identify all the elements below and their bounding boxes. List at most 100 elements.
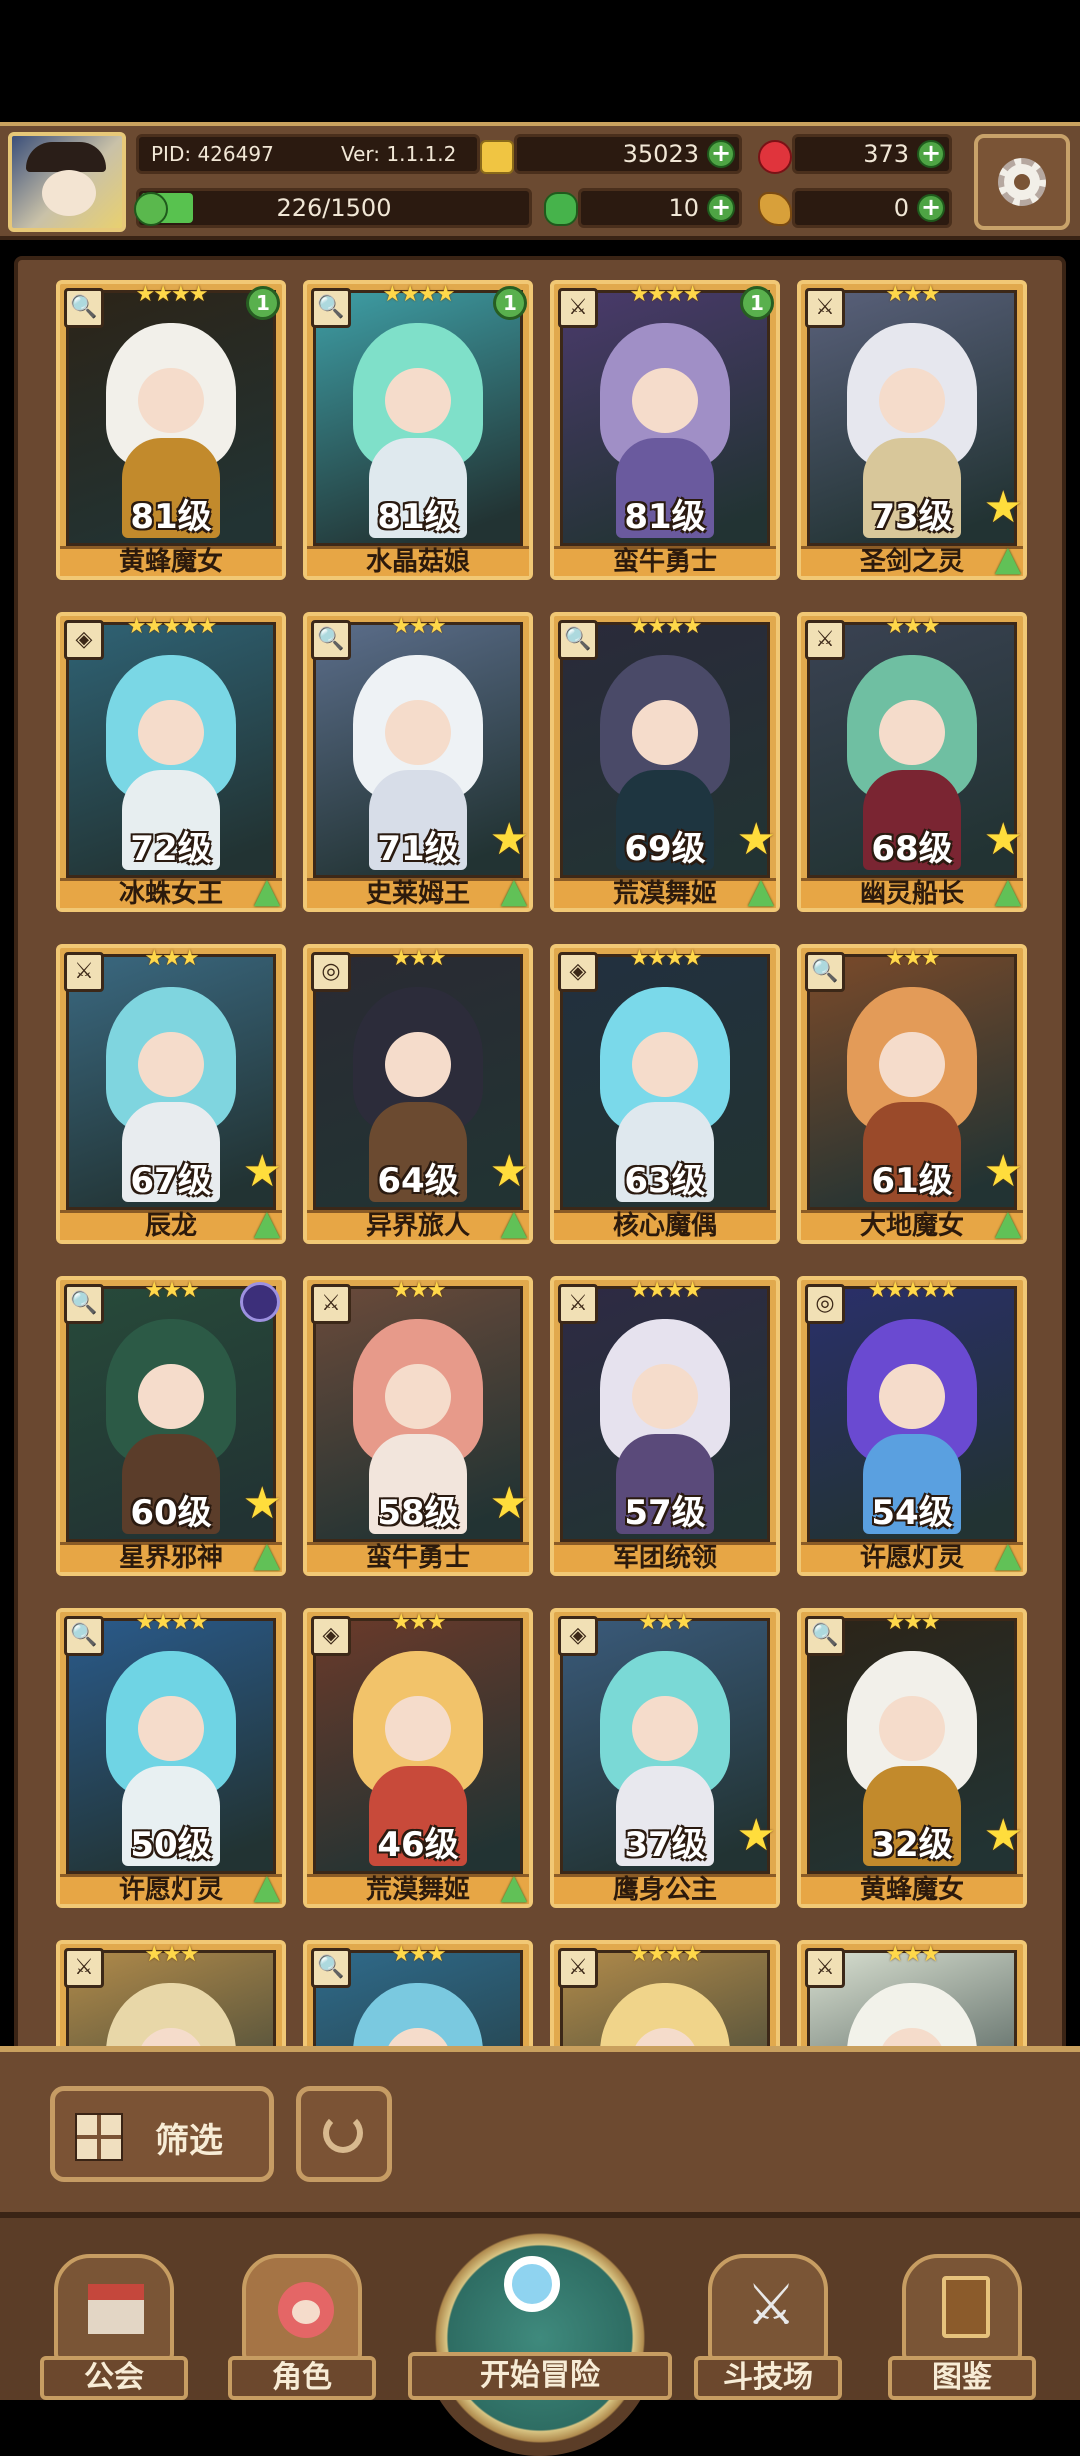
reset-sort-button[interactable] — [296, 2086, 392, 2182]
character-card[interactable]: ⚔ ★★★★ 57级 军团统领 — [550, 1276, 780, 1576]
class-type-icon: ⚔ — [64, 1948, 104, 1988]
character-card[interactable]: 🔍 ★★★★ 1 81级 黄蜂魔女 — [56, 280, 286, 580]
class-type-icon: 🔍 — [311, 620, 351, 660]
add-gems-plus-icon[interactable]: + — [917, 140, 945, 168]
nav-start-adventure[interactable]: 开始冒险 — [408, 2220, 672, 2456]
character-name: 鹰身公主 — [554, 1874, 776, 1904]
star-upgrade-icon: ★ — [489, 1146, 529, 1197]
rarity-stars: ★★★★ — [629, 1942, 703, 1967]
character-card[interactable]: ⚔ ★★★ 67级 辰龙 ★ ▲ — [56, 944, 286, 1244]
portrait-face — [632, 1364, 698, 1429]
character-name: 史莱姆王 — [307, 878, 529, 908]
gold-amount: 35023 — [622, 140, 699, 168]
stamina-bar: 226/1500 — [136, 188, 532, 228]
nav-role[interactable]: 角色 — [228, 2250, 376, 2400]
portrait-face — [138, 1364, 204, 1429]
rune-icon — [240, 1282, 280, 1322]
class-type-icon: ◎ — [805, 1284, 845, 1324]
rarity-stars: ★★★★ — [135, 1610, 209, 1635]
character-card[interactable]: 🔍 ★★★★ 1 81级 水晶菇娘 — [303, 280, 533, 580]
character-card[interactable]: ⚔ ★★★★ 1 81级 蛮牛勇士 — [550, 280, 780, 580]
refresh-icon — [323, 2113, 363, 2153]
star-upgrade-icon: ★ — [736, 814, 776, 865]
star-upgrade-icon: ★ — [242, 1146, 282, 1197]
clover-bar: 10 + — [578, 188, 742, 228]
class-type-icon: ◈ — [311, 1616, 351, 1656]
add-food-plus-icon[interactable]: + — [917, 194, 945, 222]
character-card[interactable]: ◎ ★★★★★ 54级 许愿灯灵 ▲ — [797, 1276, 1027, 1576]
character-card[interactable]: ⚔ ★★★★ — [550, 1940, 780, 2052]
character-card[interactable]: 🔍 ★★★ 61级 大地魔女 ★ ▲ — [797, 944, 1027, 1244]
character-name: 冰蛛女王 — [60, 878, 282, 908]
portrait-face — [138, 700, 204, 765]
portrait-face — [385, 1364, 451, 1429]
portrait-face — [632, 1032, 698, 1097]
portrait-face — [385, 700, 451, 765]
nav-codex[interactable]: 图鉴 — [888, 2250, 1036, 2400]
character-card[interactable]: 🔍 ★★★★ 69级 荒漠舞姬 ★ ▲ — [550, 612, 780, 912]
character-name: 幽灵船长 — [801, 878, 1023, 908]
notification-badge: 1 — [740, 286, 774, 320]
rarity-stars: ★★★ — [391, 1610, 446, 1635]
codex-icon-box — [902, 2254, 1022, 2362]
game-version: Ver: 1.1.1.2 — [341, 142, 457, 166]
rarity-stars: ★★★★ — [629, 1278, 703, 1303]
character-grid[interactable]: 🔍 ★★★★ 1 81级 黄蜂魔女 🔍 ★★★★ 1 81级 水晶菇娘 ⚔ ★★★★ 1 81级 蛮牛勇士 ⚔… — [14, 256, 1066, 2056]
filter-label: 筛选 — [155, 2121, 223, 2161]
character-level: 81级 — [130, 497, 212, 537]
gem-bar: 373 + — [792, 134, 952, 174]
rarity-stars: ★★★ — [144, 1942, 199, 1967]
rarity-stars: ★★★ — [391, 946, 446, 971]
character-level: 72级 — [130, 829, 212, 869]
character-level: 63级 — [624, 1161, 706, 1201]
character-card[interactable]: ◈ ★★★★★ 72级 冰蛛女王 ▲ — [56, 612, 286, 912]
grid-icon — [75, 2113, 123, 2161]
character-card[interactable]: 🔍 ★★★ — [303, 1940, 533, 2052]
character-card[interactable]: ◈ ★★★★ 63级 核心魔偶 — [550, 944, 780, 1244]
character-card[interactable]: ⚔ ★★★ 73级 圣剑之灵 ★ ▲ — [797, 280, 1027, 580]
character-card[interactable]: ⚔ ★★★ — [56, 1940, 286, 2052]
character-card[interactable]: 🔍 ★★★ 60级 星界邪神 ★ ▲ — [56, 1276, 286, 1576]
nav-codex-label: 图鉴 — [888, 2356, 1036, 2400]
clover-amount: 10 — [668, 194, 699, 222]
character-name: 星界邪神 — [60, 1542, 282, 1572]
add-gold-plus-icon[interactable]: + — [707, 140, 735, 168]
settings-button[interactable] — [974, 134, 1070, 230]
character-card[interactable]: 🔍 ★★★ 71级 史莱姆王 ★ ▲ — [303, 612, 533, 912]
character-card[interactable]: ◎ ★★★ 64级 异界旅人 ★ ▲ — [303, 944, 533, 1244]
rarity-stars: ★★★ — [885, 1942, 940, 1967]
level-up-arrow-icon: ▲ — [253, 1535, 280, 1575]
food-amount: 0 — [893, 194, 909, 222]
magnifier-icon — [504, 2256, 560, 2312]
class-type-icon: ⚔ — [558, 288, 598, 328]
portrait-face — [879, 1364, 945, 1429]
character-card[interactable]: ⚔ ★★★ 58级 蛮牛勇士 ★ — [303, 1276, 533, 1576]
character-card[interactable]: ⚔ ★★★ 68级 幽灵船长 ★ ▲ — [797, 612, 1027, 912]
stamina-amount: 226/1500 — [276, 194, 392, 222]
player-avatar[interactable] — [8, 132, 126, 232]
add-clover-plus-icon[interactable]: + — [707, 194, 735, 222]
character-card[interactable]: 🔍 ★★★★ 50级 许愿灯灵 ▲ — [56, 1608, 286, 1908]
rarity-stars: ★★★ — [885, 282, 940, 307]
nav-arena[interactable]: ⚔ 斗技场 — [694, 2250, 842, 2400]
rarity-stars: ★★★ — [391, 1942, 446, 1967]
character-name: 蛮牛勇士 — [554, 546, 776, 576]
class-type-icon: ◈ — [64, 620, 104, 660]
character-level: 81级 — [624, 497, 706, 537]
player-id: PID: 426497 — [151, 142, 274, 166]
character-card[interactable]: 🔍 ★★★ 32级 黄蜂魔女 ★ — [797, 1608, 1027, 1908]
character-card[interactable]: ◈ ★★★ 46级 荒漠舞姬 ▲ — [303, 1608, 533, 1908]
notification-badge: 1 — [246, 286, 280, 320]
character-card[interactable]: ⚔ ★★★ — [797, 1940, 1027, 2052]
character-name: 核心魔偶 — [554, 1210, 776, 1240]
star-upgrade-icon: ★ — [489, 814, 529, 865]
nav-adventure-label: 开始冒险 — [408, 2352, 672, 2400]
class-type-icon: 🔍 — [311, 1948, 351, 1988]
rarity-stars: ★★★★ — [629, 946, 703, 971]
filter-button[interactable]: 筛选 — [50, 2086, 274, 2182]
nav-guild[interactable]: 公会 — [40, 2250, 188, 2400]
portrait-face — [385, 1696, 451, 1761]
character-level: 46级 — [377, 1825, 459, 1865]
character-card[interactable]: ◈ ★★★ 37级 鹰身公主 ★ — [550, 1608, 780, 1908]
class-type-icon: ◎ — [311, 952, 351, 992]
